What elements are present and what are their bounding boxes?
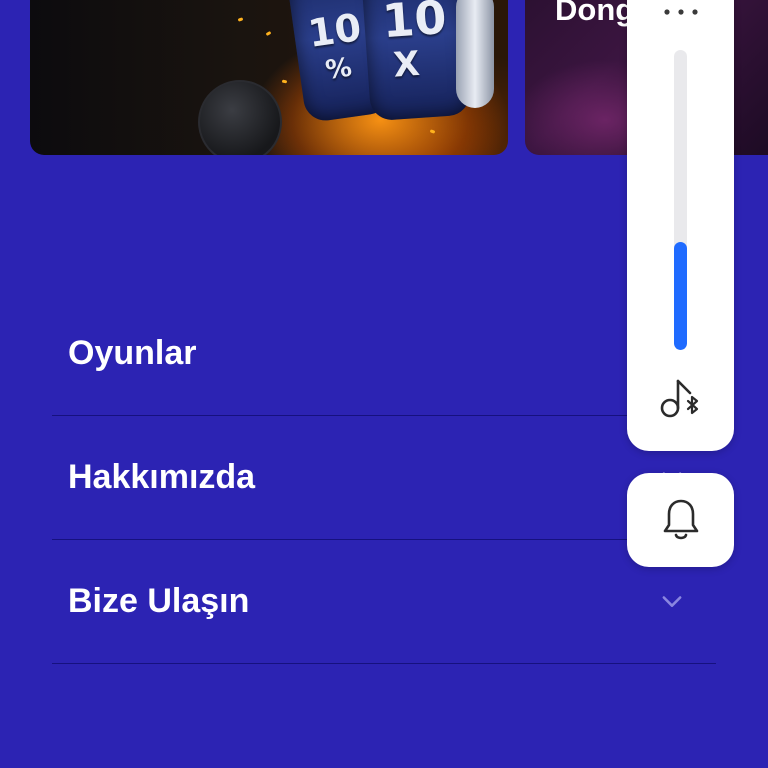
more-dots-icon[interactable] xyxy=(661,6,701,18)
reel-number: 10 xyxy=(380,0,449,49)
promo-card-slots[interactable]: 10 % 10 X xyxy=(30,0,508,155)
menu-item-oyunlar[interactable]: Oyunlar xyxy=(52,291,716,416)
volume-panel xyxy=(627,0,734,451)
casino-chip-image xyxy=(198,80,282,155)
menu-item-label: Hakkımızda xyxy=(68,457,256,496)
menu-item-bize-ulasin[interactable]: Bize Ulaşın xyxy=(52,539,716,664)
bell-icon xyxy=(663,499,698,540)
reel-number: 10 xyxy=(305,5,364,56)
spark-decoration xyxy=(429,129,436,134)
reel-symbol: % xyxy=(323,52,354,86)
menu-item-label: Oyunlar xyxy=(68,333,197,372)
volume-slider-fill xyxy=(674,242,687,350)
spark-decoration xyxy=(281,79,288,84)
spark-decoration xyxy=(265,30,272,37)
music-bluetooth-icon[interactable] xyxy=(657,375,705,423)
promo-card-title: Dong xyxy=(555,0,635,27)
menu-item-label: Bize Ulaşın xyxy=(68,581,250,620)
reel-symbol: X xyxy=(392,43,422,86)
spark-decoration xyxy=(237,17,244,22)
menu-item-hakkimizda[interactable]: Hakkımızda xyxy=(52,415,716,540)
slot-reel-cap-image xyxy=(456,0,494,108)
ringer-mode-button[interactable] xyxy=(627,473,734,567)
chevron-down-icon xyxy=(662,596,682,607)
slot-reel-image: 10 X xyxy=(360,0,472,122)
volume-slider[interactable] xyxy=(674,50,687,350)
